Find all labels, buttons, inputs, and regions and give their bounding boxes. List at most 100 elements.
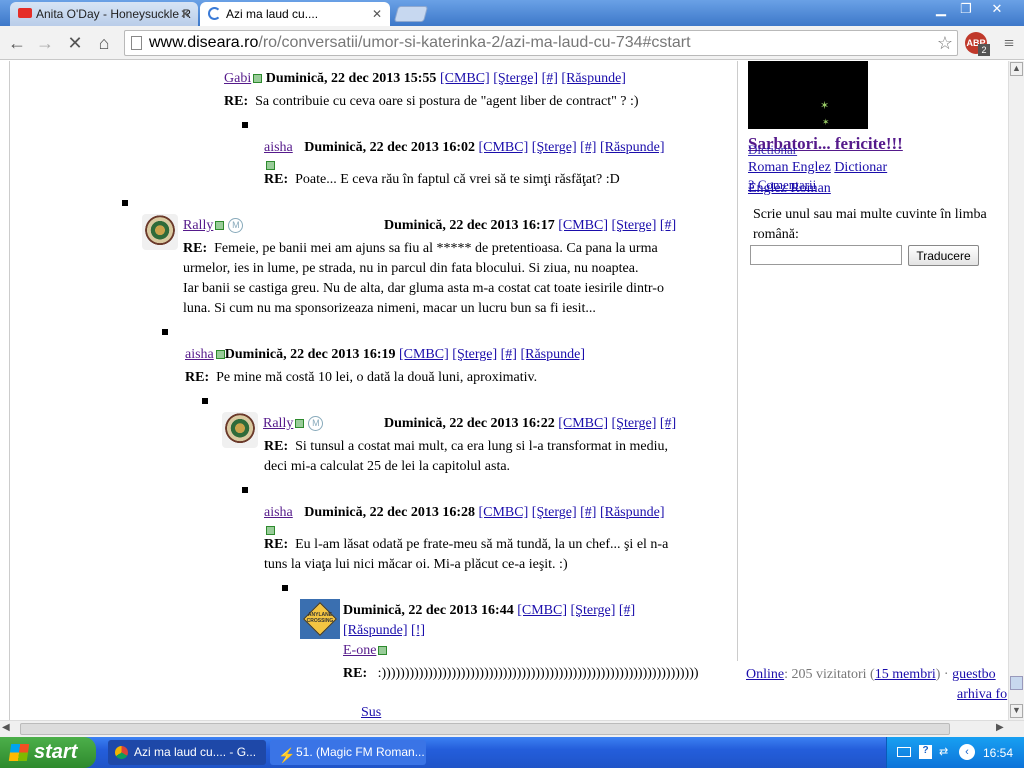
report-link[interactable]: [!] xyxy=(411,623,425,638)
re-label: RE: xyxy=(183,241,208,256)
horizontal-scrollbar[interactable]: ◀ ▶ xyxy=(0,720,1024,737)
delete-link[interactable]: [Şterge] xyxy=(532,505,577,520)
minimize-button[interactable]: ▁ xyxy=(928,0,954,18)
re-label: RE: xyxy=(264,172,289,187)
address-bar[interactable]: www.diseara.ro/ro/conversatii/umor-si-ka… xyxy=(124,30,958,56)
dictionary-link-2[interactable]: Dictionar xyxy=(834,160,887,175)
permalink[interactable]: [#] xyxy=(619,603,635,618)
reply-link[interactable]: [Răspunde] xyxy=(520,347,585,362)
new-tab-button[interactable] xyxy=(393,6,429,22)
scroll-right-icon[interactable]: ▶ xyxy=(996,722,1010,735)
status-icon xyxy=(266,161,275,171)
delete-link[interactable]: [Şterge] xyxy=(612,218,657,233)
tab-youtube[interactable]: Anita O'Day - Honeysuckle R ✕ xyxy=(10,2,198,26)
back-to-top-link[interactable]: Sus xyxy=(361,705,381,720)
stop-button[interactable]: ✕ xyxy=(64,32,86,54)
permalink[interactable]: [#] xyxy=(542,71,558,86)
cmbc-link[interactable]: [CMBC] xyxy=(399,347,449,362)
forward-button[interactable]: → xyxy=(34,32,56,54)
permalink[interactable]: [#] xyxy=(501,347,517,362)
reply-link[interactable]: [Răspunde] xyxy=(600,140,665,155)
avatar[interactable] xyxy=(222,412,258,448)
permalink[interactable]: [#] xyxy=(580,140,596,155)
radio-icon: ⚡ xyxy=(278,747,296,763)
taskbar-item-radio[interactable]: ⚡ 51. (Magic FM Roman... xyxy=(270,740,426,765)
archive-link[interactable]: arhiva fo xyxy=(957,687,1007,703)
sidebar-image[interactable]: ✶ ✶ xyxy=(748,61,868,129)
scroll-thumb[interactable] xyxy=(1010,676,1023,690)
re-label: RE: xyxy=(224,94,249,109)
back-button[interactable]: ← xyxy=(6,32,28,54)
guestbook-link[interactable]: guestbo xyxy=(952,667,996,682)
comment-text-line: deci mi-a calculat 25 de lei la capitolu… xyxy=(264,459,511,474)
star-icon[interactable]: ☆ xyxy=(937,31,953,55)
comment-body: RE: Sa contribuie cu ceva oare si postur… xyxy=(224,94,639,110)
author-link[interactable]: E-one xyxy=(343,643,376,658)
delete-link[interactable]: [Şterge] xyxy=(532,140,577,155)
author-link[interactable]: Gabi xyxy=(224,71,251,86)
delete-link[interactable]: [Şterge] xyxy=(493,71,538,86)
comment-text: Pe mine mă costă 10 lei, o dată la două … xyxy=(216,370,538,385)
reply-link[interactable]: [Răspunde] xyxy=(600,505,665,520)
author-link[interactable]: Rally xyxy=(183,218,213,233)
online-link[interactable]: Online xyxy=(746,667,784,682)
cmbc-link[interactable]: [CMBC] xyxy=(558,416,608,431)
online-stats: Online: 205 vizitatori (15 membri) · gue… xyxy=(746,667,996,683)
scroll-left-icon[interactable]: ◀ xyxy=(2,722,16,735)
close-window-button[interactable]: ✕ xyxy=(980,0,1014,18)
home-button[interactable]: ⌂ xyxy=(93,32,115,54)
scroll-up-icon[interactable]: ▲ xyxy=(1010,62,1023,76)
status-icon xyxy=(215,350,225,360)
cmbc-link[interactable]: [CMBC] xyxy=(478,505,528,520)
author-link[interactable]: Rally xyxy=(263,416,293,431)
keyboard-icon[interactable] xyxy=(897,747,911,757)
close-icon[interactable]: ✕ xyxy=(372,7,382,21)
avatar[interactable] xyxy=(142,214,178,250)
cmbc-link[interactable]: [CMBC] xyxy=(517,603,567,618)
network-icon[interactable]: ⇄ xyxy=(939,745,948,758)
comment-header: Rally M xyxy=(183,218,244,234)
avatar[interactable]: ANYLANE CROSSING xyxy=(300,599,340,639)
comment-header: Rally M xyxy=(263,416,324,432)
cmbc-link[interactable]: [CMBC] xyxy=(440,71,490,86)
close-icon[interactable]: ✕ xyxy=(180,7,190,21)
roman-englez-link[interactable]: Roman Englez xyxy=(748,160,831,175)
author-link[interactable]: aisha xyxy=(185,347,214,362)
scroll-thumb[interactable] xyxy=(20,723,950,735)
englez-roman-link[interactable]: Englez Roman xyxy=(748,181,831,197)
status-icon xyxy=(295,419,305,429)
members-link[interactable]: 15 membri xyxy=(875,667,936,682)
delete-link[interactable]: [Şterge] xyxy=(612,416,657,431)
reply-link[interactable]: [Răspunde] xyxy=(561,71,626,86)
chevron-left-icon[interactable]: ‹ xyxy=(959,744,975,760)
reply-link[interactable]: [Răspunde] xyxy=(343,623,408,638)
translate-button[interactable]: Traducere xyxy=(908,245,979,266)
tab-label: Anita O'Day - Honeysuckle R xyxy=(36,7,192,21)
permalink[interactable]: [#] xyxy=(660,416,676,431)
taskbar-item-chrome[interactable]: Azi ma laud cu.... - G... xyxy=(108,740,266,765)
author-link[interactable]: aisha xyxy=(264,140,293,155)
clock[interactable]: 16:54 xyxy=(983,746,1013,760)
sparkle-icon: ✶ xyxy=(822,117,830,127)
vertical-scrollbar[interactable]: ▲ ▼ xyxy=(1008,61,1024,720)
comment-body: RE: Femeie, pe banii mei am ajuns sa fiu… xyxy=(183,241,658,257)
scroll-down-icon[interactable]: ▼ xyxy=(1010,704,1023,718)
restore-button[interactable]: ❐ xyxy=(953,0,979,18)
cmbc-link[interactable]: [CMBC] xyxy=(558,218,608,233)
start-button[interactable]: start xyxy=(0,737,96,768)
permalink[interactable]: [#] xyxy=(580,505,596,520)
author-link[interactable]: aisha xyxy=(264,505,293,520)
url-host: www.diseara.ro xyxy=(149,34,259,51)
chrome-icon xyxy=(115,746,128,759)
taskbar-item-label: Azi ma laud cu.... - G... xyxy=(134,745,257,759)
help-icon[interactable]: ? xyxy=(919,745,932,759)
dictionary-link[interactable]: Dictionar xyxy=(748,142,797,158)
permalink[interactable]: [#] xyxy=(660,218,676,233)
translate-input[interactable] xyxy=(750,245,902,265)
delete-link[interactable]: [Şterge] xyxy=(452,347,497,362)
cmbc-link[interactable]: [CMBC] xyxy=(478,140,528,155)
delete-link[interactable]: [Şterge] xyxy=(571,603,616,618)
tab-current[interactable]: Azi ma laud cu.... ✕ xyxy=(200,2,390,26)
comment-header: E-one xyxy=(343,643,388,659)
menu-icon[interactable]: ≡ xyxy=(998,32,1020,54)
